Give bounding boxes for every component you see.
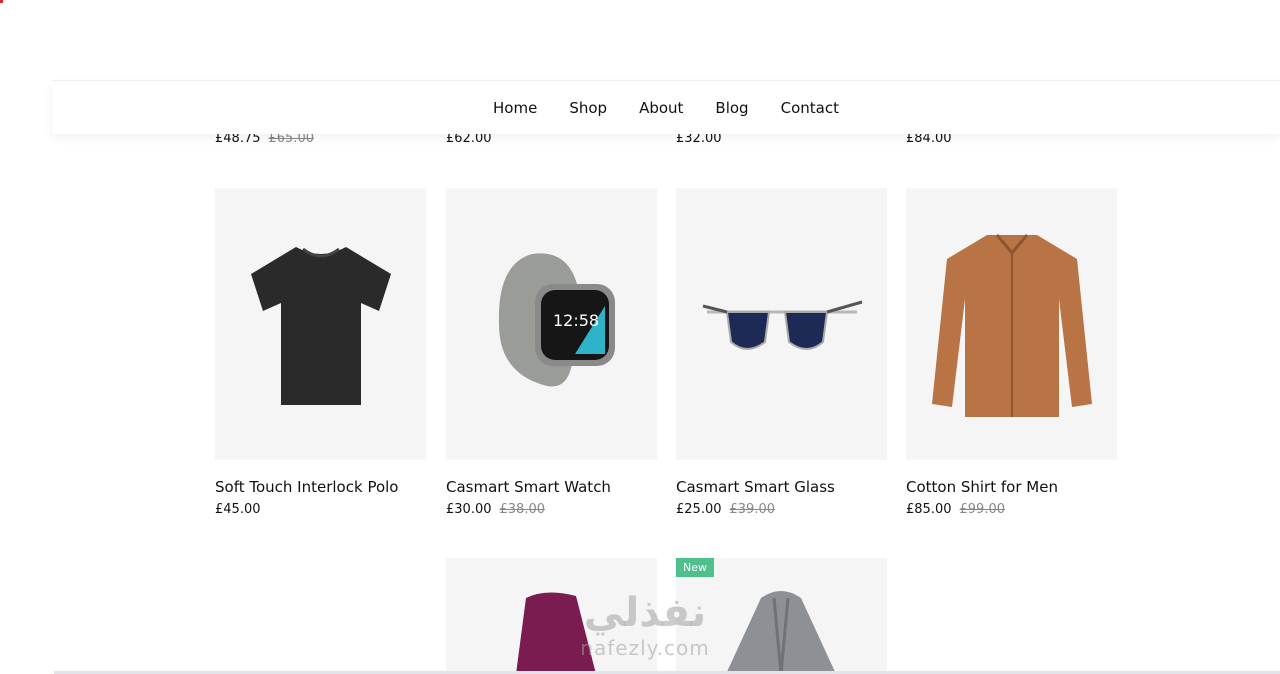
- nav-shop[interactable]: Shop: [569, 99, 607, 117]
- corner-dot: [0, 0, 3, 3]
- product-card[interactable]: Casmart Smart Glass £25.00 £39.00: [676, 188, 887, 517]
- product-card[interactable]: Soft Touch Interlock Polo £45.00: [215, 188, 426, 517]
- old-price: £99.00: [959, 502, 1006, 517]
- shirt-icon: [931, 234, 1092, 417]
- product-card[interactable]: Cotton Shirt for Men £85.00 £99.00: [906, 188, 1117, 517]
- product-price-row: £30.00 £38.00: [446, 502, 657, 517]
- product-image[interactable]: 12:58: [446, 188, 657, 460]
- svg-text:12:58: 12:58: [553, 311, 599, 330]
- smartwatch-icon: 12:58: [498, 253, 615, 387]
- watermark-latin: nafezly.com: [580, 636, 710, 660]
- product-price-row: £25.00 £39.00: [676, 502, 887, 517]
- product-price-row: £45.00: [215, 502, 426, 517]
- price: £30.00: [446, 502, 492, 517]
- watermark-arabic: نفذلي: [583, 590, 707, 636]
- nav-blog[interactable]: Blog: [715, 99, 748, 117]
- tshirt-icon: [250, 247, 391, 405]
- old-price: £39.00: [729, 502, 776, 517]
- product-name[interactable]: Soft Touch Interlock Polo: [215, 478, 426, 496]
- price: £45.00: [215, 502, 261, 517]
- product-image[interactable]: [215, 188, 426, 460]
- price: £85.00: [906, 502, 952, 517]
- old-price: £38.00: [499, 502, 546, 517]
- new-badge: New: [676, 558, 714, 577]
- price: £25.00: [676, 502, 722, 517]
- product-price-row: £85.00 £99.00: [906, 502, 1117, 517]
- product-name[interactable]: Casmart Smart Glass: [676, 478, 887, 496]
- product-name[interactable]: Casmart Smart Watch: [446, 478, 657, 496]
- product-name[interactable]: Cotton Shirt for Men: [906, 478, 1117, 496]
- watermark: نفذلي nafezly.com: [560, 590, 730, 674]
- nav-contact[interactable]: Contact: [781, 99, 839, 117]
- sunglasses-icon: [702, 300, 862, 350]
- nav-about[interactable]: About: [639, 99, 683, 117]
- main-navbar: Home Shop About Blog Contact: [52, 80, 1280, 134]
- product-image[interactable]: [906, 188, 1117, 460]
- product-image[interactable]: [676, 188, 887, 460]
- product-card[interactable]: 12:58 Casmart Smart Watch £30.00 £38.00: [446, 188, 657, 517]
- nav-home[interactable]: Home: [493, 99, 537, 117]
